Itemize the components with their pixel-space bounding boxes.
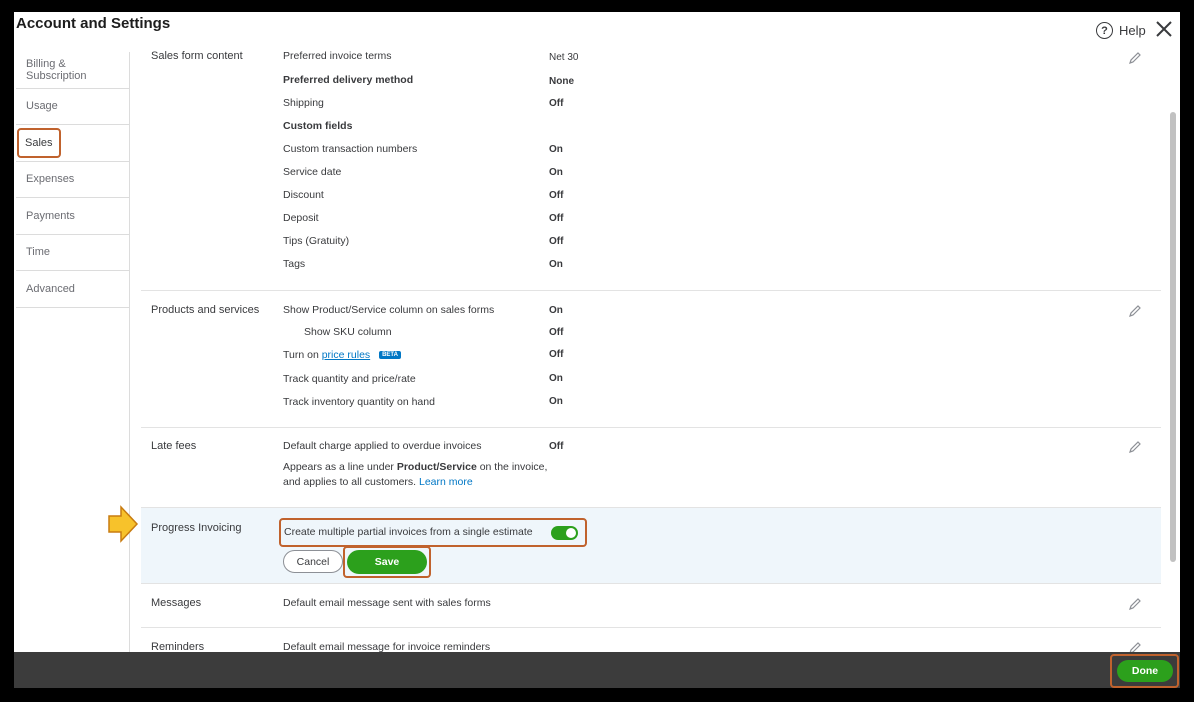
row-value: On [549, 167, 563, 178]
help-icon: ? [1096, 22, 1113, 39]
sidebar-item-expenses[interactable]: Expenses [16, 162, 129, 198]
save-button-highlight: Save [343, 546, 431, 578]
section-title: Products and services [151, 304, 260, 316]
sidebar-item-label: Time [26, 246, 51, 259]
pencil-icon[interactable] [1128, 440, 1142, 459]
sidebar-item-advanced[interactable]: Advanced [16, 271, 129, 308]
row-value: On [549, 396, 563, 407]
scrollbar[interactable] [1168, 52, 1178, 652]
sidebar-item-time[interactable]: Time [16, 235, 129, 271]
note-text: and applies to all customers. [283, 476, 417, 488]
dialog-title: Account and Settings [16, 15, 171, 32]
row-label: Track quantity and price/rate [283, 373, 416, 385]
done-button-highlight: Done [1110, 654, 1179, 688]
pencil-icon[interactable] [1128, 304, 1142, 323]
row-value: Net 30 [549, 52, 579, 63]
sidebar-item-label: Sales [17, 127, 61, 158]
sidebar-item-sales[interactable]: Sales [16, 125, 129, 162]
save-button[interactable]: Save [347, 550, 427, 574]
note-text: Appears as a line under [283, 461, 394, 473]
row-label: Shipping [283, 97, 324, 109]
row-price-rules: Turn on price rules BETA [283, 349, 401, 361]
progress-invoicing-row: Create multiple partial invoices from a … [279, 518, 587, 547]
section-title: Messages [151, 597, 202, 609]
done-button[interactable]: Done [1117, 660, 1173, 682]
row-value: Off [549, 98, 564, 109]
pencil-icon[interactable] [1128, 597, 1142, 616]
row-value: Off [549, 190, 564, 201]
sidebar-item-label: Usage [26, 100, 58, 113]
note-text: on the invoice, [479, 461, 548, 473]
row-label: Tips (Gratuity) [283, 235, 350, 247]
row-value: On [549, 373, 563, 384]
section-sales-form-content: Sales form content Preferred invoice ter… [141, 44, 1161, 291]
sidebar-item-billing[interactable]: Billing & Subscription [16, 52, 129, 89]
row-value: Off [549, 441, 564, 452]
row-value: Off [549, 213, 564, 224]
row-label: Service date [283, 166, 342, 178]
row-label: Tags [283, 258, 306, 270]
section-late-fees: Late fees Default charge applied to over… [141, 428, 1161, 508]
footer-bar: Done [14, 652, 1180, 688]
row-label: Preferred invoice terms [283, 50, 392, 62]
row-label: Custom fields [283, 120, 353, 132]
beta-badge: BETA [379, 351, 401, 359]
row-value: Off [549, 236, 564, 247]
section-reminders: Reminders Default email message for invo… [141, 628, 1161, 654]
settings-content: Sales form content Preferred invoice ter… [141, 44, 1161, 654]
scrollbar-thumb[interactable] [1170, 112, 1176, 562]
sidebar-item-payments[interactable]: Payments [16, 198, 129, 235]
section-title: Late fees [151, 440, 197, 452]
row-value: On [549, 259, 563, 270]
row-label: Track inventory quantity on hand [283, 396, 435, 408]
row-value: On [549, 305, 563, 316]
row-value: Off [549, 349, 564, 360]
row-label: Show Product/Service column on sales for… [283, 304, 495, 316]
section-messages: Messages Default email message sent with… [141, 584, 1161, 628]
row-label: Turn on [283, 349, 319, 361]
row-label: Default email message sent with sales fo… [283, 597, 491, 609]
help-label: Help [1119, 23, 1146, 38]
row-label: Create multiple partial invoices from a … [284, 526, 533, 538]
note-bold-text: Product/Service [396, 461, 477, 473]
row-label: Show SKU column [304, 326, 392, 338]
row-label: Discount [283, 189, 324, 201]
late-fee-note: Appears as a line under Product/Service … [283, 460, 547, 490]
row-label: Preferred delivery method [283, 74, 414, 86]
row-label: Default charge applied to overdue invoic… [283, 440, 482, 452]
sidebar-item-label: Billing & Subscription [26, 57, 87, 82]
progress-invoicing-toggle[interactable] [551, 526, 578, 540]
row-label: Deposit [283, 212, 319, 224]
row-value: Off [549, 327, 564, 338]
row-value: None [549, 76, 574, 87]
sidebar-item-label: Expenses [26, 173, 75, 186]
section-title: Sales form content [151, 50, 243, 62]
close-icon[interactable] [1154, 19, 1174, 44]
price-rules-link[interactable]: price rules [322, 349, 370, 361]
sidebar: Billing & Subscription Usage Sales Expen… [16, 52, 130, 652]
section-progress-invoicing: Progress Invoicing Create multiple parti… [141, 508, 1161, 584]
section-title: Progress Invoicing [151, 522, 242, 534]
cancel-button[interactable]: Cancel [283, 550, 343, 573]
settings-dialog: Account and Settings ? Help Billing & Su… [14, 12, 1180, 688]
sidebar-item-label: Advanced [26, 282, 75, 295]
help-button[interactable]: ? Help [1096, 22, 1146, 39]
row-value: On [549, 144, 563, 155]
sidebar-item-usage[interactable]: Usage [16, 89, 129, 125]
learn-more-link[interactable]: Learn more [419, 476, 473, 488]
row-label: Custom transaction numbers [283, 143, 418, 155]
sidebar-item-label: Payments [26, 209, 75, 222]
section-products-services: Products and services Show Product/Servi… [141, 291, 1161, 428]
pencil-icon[interactable] [1128, 51, 1142, 70]
callout-arrow-icon [107, 505, 139, 548]
